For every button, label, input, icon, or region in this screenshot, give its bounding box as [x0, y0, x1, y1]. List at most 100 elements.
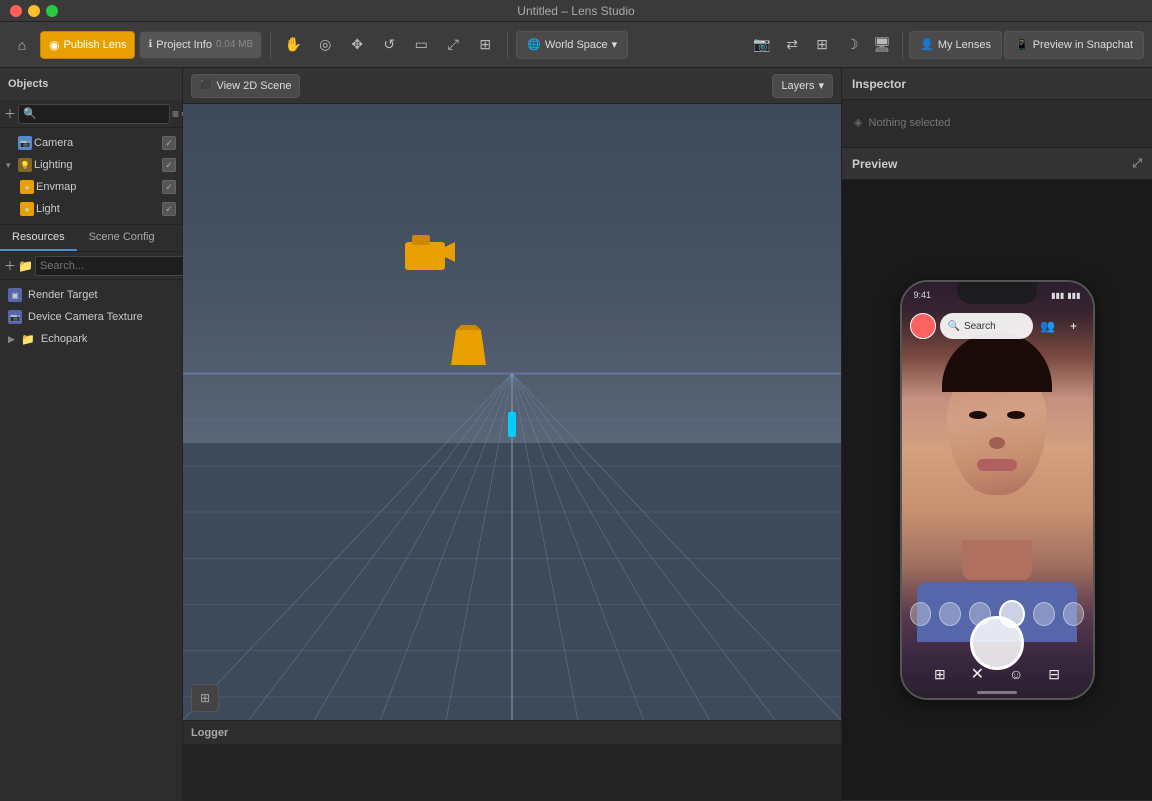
view-2d-icon: ⬛	[200, 80, 212, 91]
layers-button[interactable]: Layers ▾	[772, 74, 833, 98]
tree-item-envmap[interactable]: ● Envmap ✓	[0, 176, 182, 198]
rect-tool-button[interactable]: ▭	[407, 31, 435, 59]
battery-icon: ▮▮▮	[1067, 291, 1080, 300]
preview-content: 9:41 ▮▮▮ ▮▮▮ 🔍	[842, 180, 1152, 800]
left-panel: Objects ＋ ≡ 👁 ▼ 📷 Camera ✓ ▾	[0, 68, 183, 800]
toolbar-sep-1	[270, 31, 271, 59]
select-tool-button[interactable]: ◎	[311, 31, 339, 59]
res-item-echopark[interactable]: ▶ 📁 Echopark	[0, 328, 182, 350]
light-visibility-check[interactable]: ✓	[162, 202, 176, 216]
tree-item-light[interactable]: ● Light ✓	[0, 198, 182, 220]
close-circle-icon[interactable]: ✕	[971, 664, 984, 684]
phone-top-search-bar: 🔍 Search 👥 +	[902, 308, 1093, 344]
grid-btn[interactable]: ⊞	[808, 31, 836, 59]
center-panel: ⬛ View 2D Scene Layers ▾ Triangles 0 0 B…	[183, 68, 842, 800]
resources-panel: Resources Scene Config ＋ 📁 ▼ ▣ Render Ta…	[0, 225, 182, 800]
camera-tree-icon: 📷	[18, 136, 32, 150]
envmap-visibility-check[interactable]: ✓	[162, 180, 176, 194]
objects-header: Objects	[0, 68, 182, 100]
camera-icon: 📷	[753, 36, 770, 53]
viewport-3d-container[interactable]: Triangles 0 0 Blendshapes 0 0 Joints 0 0	[183, 104, 841, 720]
minimize-button[interactable]	[28, 5, 40, 17]
display-icon: 🖥	[873, 36, 891, 53]
objects-list-view-button[interactable]: ≡	[172, 103, 179, 125]
tree-arrow-lighting: ▾	[6, 160, 16, 171]
light-label: Light	[36, 203, 160, 215]
device-camera-icon: 📷	[8, 310, 22, 324]
home-button[interactable]: ⌂	[8, 31, 36, 59]
home-icon: ⌂	[18, 37, 26, 53]
window-title: Untitled – Lens Studio	[517, 4, 634, 18]
tab-resources[interactable]: Resources	[0, 225, 77, 251]
title-bar: Untitled – Lens Studio	[0, 0, 1152, 22]
inspector-panel: Inspector ◈ Nothing selected	[842, 68, 1152, 148]
moon-btn[interactable]: ☽	[838, 31, 866, 59]
lighting-tree-icon: 💡	[18, 158, 32, 172]
grid-view-icon[interactable]: ⊟	[1048, 666, 1060, 683]
window-controls[interactable]	[10, 5, 58, 17]
objects-search-input[interactable]	[18, 104, 170, 124]
device-camera-label: Device Camera Texture	[28, 311, 143, 323]
viewport-toolbar: ⬛ View 2D Scene Layers ▾	[183, 68, 841, 104]
resource-folder-button[interactable]: 📁	[18, 255, 33, 277]
logger-header: Logger	[183, 721, 841, 745]
undo-button[interactable]: ↺	[375, 31, 403, 59]
preview-panel: Preview ⤢	[842, 148, 1152, 800]
transform-tool-button[interactable]: ✥	[343, 31, 371, 59]
chair-object-icon	[446, 320, 491, 370]
project-info-button[interactable]: ℹ Project Info 0.04 MB	[139, 31, 262, 59]
publish-lens-button[interactable]: ◉ Publish Lens	[40, 31, 135, 59]
viewport-3d: ⊞	[183, 104, 841, 720]
extra-tool-button[interactable]: ⊞	[471, 31, 499, 59]
add-object-button[interactable]: ＋	[4, 103, 16, 125]
world-space-button[interactable]: 🌐 World Space ▾	[516, 31, 628, 59]
project-info-icon: ℹ	[148, 39, 152, 50]
stickers-icon[interactable]: ☺	[1009, 666, 1023, 682]
display-btn[interactable]: 🖥	[868, 31, 896, 59]
lenses-icon: 👤	[920, 38, 934, 51]
phone-icon: 📱	[1015, 38, 1029, 51]
object-tree: 📷 Camera ✓ ▾ 💡 Lighting ✓ ● Envmap ✓	[0, 128, 182, 224]
preview-pop-out-button[interactable]: ⤢	[1132, 156, 1142, 171]
resources-search-input[interactable]	[35, 256, 187, 276]
view-2d-button[interactable]: ⬛ View 2D Scene	[191, 74, 300, 98]
flip-icon: ⇄	[786, 36, 798, 53]
viewport-bottom-toolbar: ⊞	[191, 684, 219, 712]
res-item-render-target[interactable]: ▣ Render Target	[0, 284, 182, 306]
signal-icon: ▮▮▮	[1051, 291, 1064, 300]
capture-spacer-right	[1040, 630, 1066, 656]
tree-item-lighting[interactable]: ▾ 💡 Lighting ✓	[0, 154, 182, 176]
preview-header: Preview ⤢	[842, 148, 1152, 180]
scale-tool-button[interactable]: ⤢	[439, 31, 467, 59]
viewport-icon-button[interactable]: ⊞	[191, 684, 219, 712]
camera-label: Camera	[34, 137, 160, 149]
grid-icon: ⊞	[816, 36, 828, 53]
dropdown-icon: ▾	[612, 38, 618, 51]
flip-btn[interactable]: ⇄	[778, 31, 806, 59]
res-item-device-camera[interactable]: 📷 Device Camera Texture	[0, 306, 182, 328]
tree-item-camera[interactable]: 📷 Camera ✓	[0, 132, 182, 154]
camera-visibility-check[interactable]: ✓	[162, 136, 176, 150]
friends-icon: 👥	[1037, 315, 1059, 337]
memories-icon[interactable]: ⊞	[934, 666, 946, 683]
add-resource-button[interactable]: ＋	[4, 255, 16, 277]
logger-content	[183, 745, 841, 801]
right-toolbar-group: 📷 ⇄ ⊞ ☽ 🖥 👤 My Lenses 📱 Preview in Snapc…	[748, 31, 1144, 59]
globe-icon: 🌐	[527, 38, 541, 51]
capture-spacer-left	[928, 630, 954, 656]
toolbar-sep-3	[902, 31, 903, 59]
camera-overlay-btn[interactable]: 📷	[748, 31, 776, 59]
my-lenses-button[interactable]: 👤 My Lenses	[909, 31, 1002, 59]
tab-scene-config[interactable]: Scene Config	[77, 225, 167, 251]
move-tool-button[interactable]: ✋	[279, 31, 307, 59]
snap-search-bar[interactable]: 🔍 Search	[940, 313, 1033, 339]
preview-snapchat-button[interactable]: 📱 Preview in Snapchat	[1004, 31, 1144, 59]
render-target-label: Render Target	[28, 289, 98, 301]
echopark-label: Echopark	[41, 333, 87, 345]
maximize-button[interactable]	[46, 5, 58, 17]
lighting-visibility-check[interactable]: ✓	[162, 158, 176, 172]
camera-object-icon	[400, 227, 460, 282]
close-button[interactable]	[10, 5, 22, 17]
yellow-object-bottom	[446, 320, 491, 373]
envmap-tree-icon: ●	[20, 180, 34, 194]
